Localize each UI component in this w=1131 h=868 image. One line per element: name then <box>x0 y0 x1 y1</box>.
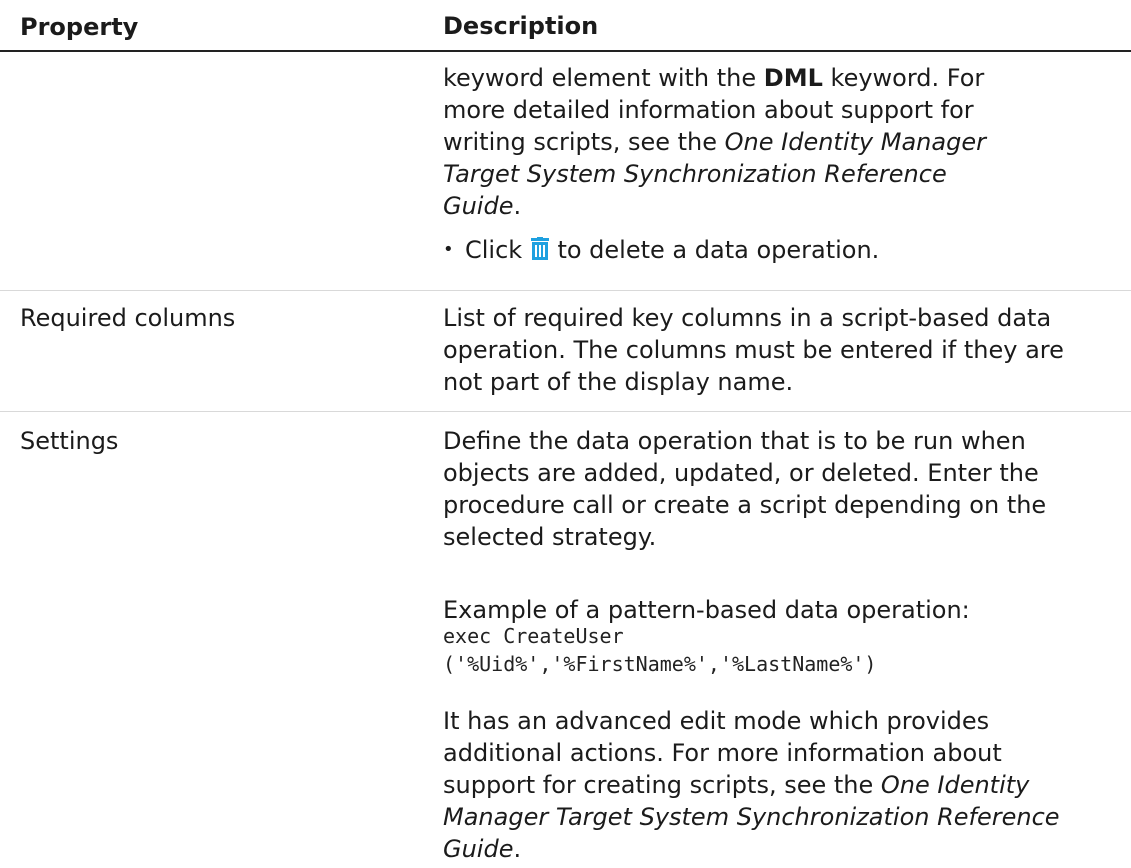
desc-line: keyword element with the DML keyword. Fo… <box>443 64 985 92</box>
desc-line: not part of the display name. <box>443 368 794 396</box>
desc-line: It has an advanced edit mode which provi… <box>443 707 990 735</box>
desc-line: procedure call or create a script depend… <box>443 491 1047 519</box>
desc-line: Guide. <box>443 835 522 863</box>
row-description-continuation: keyword element with the DML keyword. Fo… <box>443 62 1108 266</box>
property-settings: Settings <box>20 427 119 455</box>
desc-line: List of required key columns in a script… <box>443 304 1052 332</box>
trash-icon[interactable] <box>530 237 550 261</box>
property-required-columns: Required columns <box>20 304 236 332</box>
desc-line: Define the data operation that is to be … <box>443 427 1026 455</box>
desc-line: objects are added, updated, or deleted. … <box>443 459 1039 487</box>
row-description: List of required key columns in a script… <box>443 302 1108 398</box>
bullet-item: • Click to delete a data operation. <box>443 236 880 264</box>
header-description: Description <box>443 12 599 40</box>
row-description: Define the data operation that is to be … <box>443 425 1108 553</box>
code-example: exec CreateUser ('%Uid%','%FirstName%','… <box>443 622 1108 678</box>
desc-line: Target System Synchronization Reference <box>443 160 947 188</box>
row-divider <box>0 290 1131 291</box>
desc-line: Guide. <box>443 192 522 220</box>
desc-line: more detailed information about support … <box>443 96 974 124</box>
desc-line: Manager Target System Synchronization Re… <box>443 803 1060 831</box>
desc-line: operation. The columns must be entered i… <box>443 336 1064 364</box>
row-divider <box>0 411 1131 412</box>
bullet-marker: • <box>443 239 454 260</box>
desc-line: additional actions. For more information… <box>443 739 1002 767</box>
desc-line: support for creating scripts, see the On… <box>443 771 1030 799</box>
code-line: exec CreateUser <box>443 624 624 648</box>
row-description-extra: It has an advanced edit mode which provi… <box>443 705 1108 865</box>
dml-keyword: DML <box>763 64 823 92</box>
desc-line: writing scripts, see the One Identity Ma… <box>443 128 986 156</box>
header-property: Property <box>20 13 139 41</box>
code-line: ('%Uid%','%FirstName%','%LastName%') <box>443 652 877 676</box>
table-header: Property Description <box>0 0 1131 52</box>
desc-line: selected strategy. <box>443 523 657 551</box>
